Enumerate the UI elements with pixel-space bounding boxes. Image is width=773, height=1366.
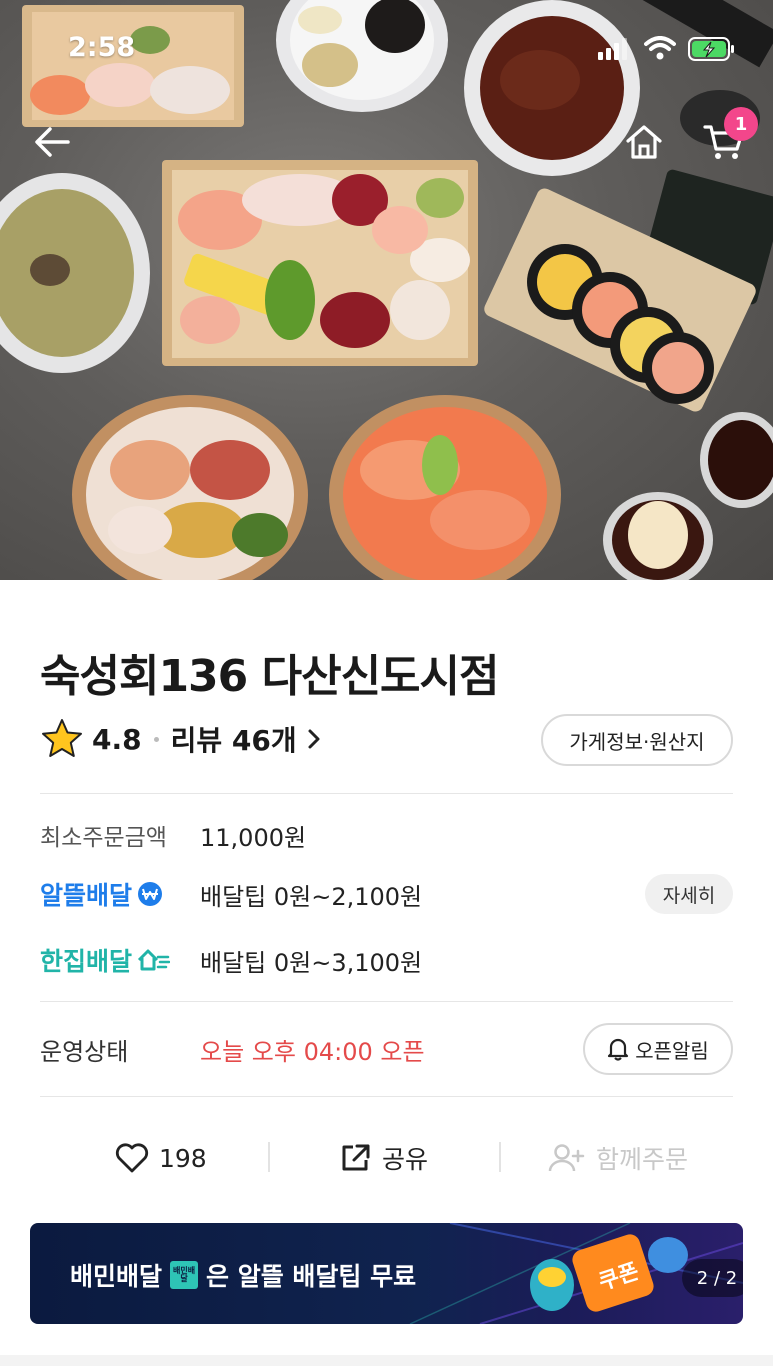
banner-text-prefix: 배민배달 <box>70 1262 163 1291</box>
store-info-button[interactable]: 가게정보·원산지 <box>541 714 733 766</box>
al-delivery-brand: 알뜰배달 <box>40 876 164 912</box>
banner-text: 배민배달 배민배달 은 알뜰 배달팁 무료 <box>70 1257 416 1293</box>
store-name: 숙성회136 다산신도시점 <box>40 651 499 702</box>
cart-count-badge: 1 <box>724 107 758 141</box>
divider <box>40 793 733 794</box>
share-label: 공유 <box>382 1145 429 1174</box>
chevron-right-icon <box>308 729 320 749</box>
share-button[interactable]: 공유 <box>340 1130 428 1186</box>
open-alarm-button[interactable]: 오픈알림 <box>583 1023 733 1075</box>
review-count: 리뷰 46개 <box>170 724 297 757</box>
action-separator <box>499 1142 501 1172</box>
action-separator <box>268 1142 270 1172</box>
wifi-icon <box>644 36 676 60</box>
baemin-chip-icon: 배민배달 <box>170 1261 199 1289</box>
home-button[interactable] <box>620 118 668 166</box>
bottom-divider <box>0 1355 773 1366</box>
operation-status-label: 운영상태 <box>40 1038 129 1066</box>
star-icon <box>42 719 82 757</box>
heart-icon <box>115 1143 149 1173</box>
open-alarm-label: 오픈알림 <box>635 1038 709 1063</box>
al-delivery-tip: 배달팁 0원~2,100원 <box>200 883 423 911</box>
like-button[interactable]: 198 <box>115 1130 207 1186</box>
back-button[interactable] <box>28 118 76 166</box>
min-order-label: 최소주문금액 <box>40 825 167 851</box>
promo-banner[interactable]: 배민배달 배민배달 은 알뜰 배달팁 무료 쿠폰 2 / 2 <box>30 1223 743 1324</box>
separator-dot <box>153 736 159 742</box>
group-order-label: 함께주문 <box>596 1145 689 1174</box>
rating-review-link[interactable]: 4.8 리뷰 46개 <box>40 716 321 762</box>
min-order-value: 11,000원 <box>200 824 307 852</box>
status-time: 2:58 <box>68 32 136 63</box>
hero-food-image: 2:58 1 <box>0 0 773 580</box>
like-count: 198 <box>159 1143 207 1173</box>
han-delivery-tip: 배달팁 0원~3,100원 <box>200 949 423 977</box>
action-bar: 198 공유 함께주문 <box>0 1130 773 1186</box>
divider <box>40 1096 733 1097</box>
signal-icon <box>598 38 627 60</box>
banner-text-suffix: 은 알뜰 배달팁 무료 <box>206 1262 417 1291</box>
han-delivery-label: 한집배달 <box>40 947 133 976</box>
rating-score: 4.8 <box>92 722 142 756</box>
arrow-left-icon <box>35 127 70 157</box>
divider <box>40 1001 733 1002</box>
banner-page-indicator: 2 / 2 <box>682 1259 743 1297</box>
han-delivery-brand: 한집배달 <box>40 942 171 978</box>
group-order-button[interactable]: 함께주문 <box>548 1130 688 1186</box>
share-icon <box>342 1144 370 1171</box>
fast-house-icon <box>137 949 171 971</box>
al-delivery-label: 알뜰배달 <box>40 881 133 910</box>
add-person-icon <box>548 1144 585 1172</box>
won-coin-icon <box>138 882 163 906</box>
bell-icon <box>608 1038 629 1061</box>
status-bar: 2:58 <box>0 28 773 72</box>
operation-status-value: 오늘 오후 04:00 오픈 <box>200 1038 425 1066</box>
detail-button[interactable]: 자세히 <box>645 874 733 914</box>
home-icon <box>626 125 662 159</box>
battery-icon <box>688 37 734 61</box>
food-illustration <box>0 0 773 580</box>
